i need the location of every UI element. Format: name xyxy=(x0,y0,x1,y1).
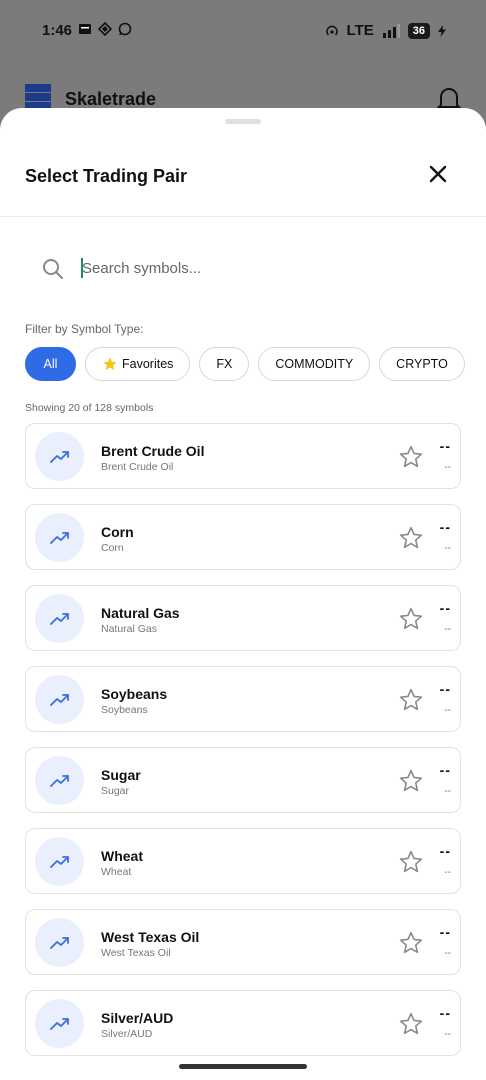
symbol-change: -- xyxy=(444,462,451,473)
diamond-app-icon xyxy=(98,22,112,36)
symbol-subtitle: Soybeans xyxy=(101,704,148,716)
trending-up-icon xyxy=(49,936,69,949)
sheet-grabber[interactable] xyxy=(225,119,261,124)
trend-avatar xyxy=(35,918,84,967)
divider xyxy=(0,216,486,217)
symbol-subtitle: Brent Crude Oil xyxy=(101,461,174,473)
trending-up-icon xyxy=(49,693,69,706)
star-outline-icon[interactable] xyxy=(398,768,424,794)
trending-up-icon xyxy=(49,531,69,544)
star-outline-icon[interactable] xyxy=(398,606,424,632)
skaletrade-logo-icon xyxy=(25,84,51,110)
signal-icon xyxy=(382,23,400,38)
symbol-name: Natural Gas xyxy=(101,605,180,621)
search-bar[interactable] xyxy=(25,248,461,288)
symbol-name: Soybeans xyxy=(101,686,168,702)
symbol-price: -- xyxy=(439,681,451,697)
text-caret xyxy=(81,258,83,278)
sheet-title: Select Trading Pair xyxy=(25,166,188,186)
whatsapp-icon xyxy=(118,22,132,36)
symbol-change: -- xyxy=(444,1029,451,1040)
trending-up-icon xyxy=(49,774,69,787)
news-icon xyxy=(79,24,91,34)
status-time: 1:46 xyxy=(42,22,73,39)
filter-chip-all[interactable]: All xyxy=(25,347,76,381)
star-outline-icon[interactable] xyxy=(398,444,424,470)
symbol-subtitle: Sugar xyxy=(101,785,130,797)
trend-avatar xyxy=(35,675,84,724)
symbol-row[interactable]: Soybeans Soybeans -- -- xyxy=(25,666,461,732)
app-name: Skaletrade xyxy=(65,89,157,109)
filter-chip-favorites[interactable]: Favorites xyxy=(85,347,191,381)
symbol-change: -- xyxy=(444,786,451,797)
symbol-subtitle: Natural Gas xyxy=(101,623,158,635)
status-bar: 1:46 LTE 36 xyxy=(0,0,486,60)
network-label: LTE xyxy=(346,22,374,39)
trend-avatar xyxy=(35,432,84,481)
showing-count: Showing 20 of 128 symbols xyxy=(25,402,154,414)
filter-chips: All Favorites FX COMMODITY CRYPTO xyxy=(25,347,465,381)
symbol-row[interactable]: Natural Gas Natural Gas -- -- xyxy=(25,585,461,651)
close-icon[interactable] xyxy=(426,162,450,186)
symbol-price: -- xyxy=(439,843,451,859)
symbol-change: -- xyxy=(444,867,451,878)
symbol-row[interactable]: Brent Crude Oil Brent Crude Oil -- -- xyxy=(25,423,461,489)
symbol-subtitle: Corn xyxy=(101,542,124,554)
star-outline-icon[interactable] xyxy=(398,849,424,875)
trend-avatar xyxy=(35,513,84,562)
symbol-change: -- xyxy=(444,543,451,554)
search-input[interactable] xyxy=(82,256,442,280)
symbol-list: Brent Crude Oil Brent Crude Oil -- -- Co… xyxy=(25,423,461,1071)
trending-up-icon xyxy=(49,612,69,625)
symbol-price: -- xyxy=(439,600,451,616)
select-trading-pair-sheet: Select Trading Pair Filter by Symbol Typ… xyxy=(0,108,486,1080)
symbol-row[interactable]: Sugar Sugar -- -- xyxy=(25,747,461,813)
symbol-price: -- xyxy=(439,519,451,535)
filter-chip-crypto[interactable]: CRYPTO xyxy=(379,347,465,381)
symbol-name: Corn xyxy=(101,524,134,540)
trend-avatar xyxy=(35,756,84,805)
symbol-change: -- xyxy=(444,705,451,716)
symbol-name: West Texas Oil xyxy=(101,929,200,945)
charging-icon xyxy=(438,24,446,37)
symbol-name: Brent Crude Oil xyxy=(101,443,205,459)
favorite-star-icon xyxy=(103,357,117,370)
symbol-price: -- xyxy=(439,924,451,940)
trending-up-icon xyxy=(49,855,69,868)
trend-avatar xyxy=(35,594,84,643)
symbol-price: -- xyxy=(439,1005,451,1021)
filter-label: Filter by Symbol Type: xyxy=(25,322,144,336)
star-outline-icon[interactable] xyxy=(398,525,424,551)
battery-indicator: 36 xyxy=(407,22,430,39)
trend-avatar xyxy=(35,999,84,1048)
search-icon xyxy=(43,259,63,279)
symbol-row[interactable]: Silver/AUD Silver/AUD -- -- xyxy=(25,990,461,1056)
symbol-row[interactable]: West Texas Oil West Texas Oil -- -- xyxy=(25,909,461,975)
home-indicator xyxy=(179,1064,307,1069)
notification-icons xyxy=(78,22,132,36)
symbol-name: Silver/AUD xyxy=(101,1010,174,1026)
trending-up-icon xyxy=(49,450,69,463)
symbol-price: -- xyxy=(439,438,451,454)
symbol-subtitle: Silver/AUD xyxy=(101,1028,153,1040)
star-outline-icon[interactable] xyxy=(398,930,424,956)
filter-chip-fx[interactable]: FX xyxy=(199,347,250,381)
symbol-price: -- xyxy=(439,762,451,778)
symbol-change: -- xyxy=(444,624,451,635)
symbol-subtitle: West Texas Oil xyxy=(101,947,171,959)
symbol-name: Wheat xyxy=(101,848,143,864)
star-outline-icon[interactable] xyxy=(398,1011,424,1037)
trend-avatar xyxy=(35,837,84,886)
symbol-subtitle: Wheat xyxy=(101,866,132,878)
trending-up-icon xyxy=(49,1017,69,1030)
symbol-name: Sugar xyxy=(101,767,141,783)
symbol-row[interactable]: Wheat Wheat -- -- xyxy=(25,828,461,894)
star-outline-icon[interactable] xyxy=(398,687,424,713)
filter-chip-commodity[interactable]: COMMODITY xyxy=(258,347,371,381)
hotspot-icon xyxy=(325,25,338,36)
symbol-change: -- xyxy=(444,948,451,959)
symbol-row[interactable]: Corn Corn -- -- xyxy=(25,504,461,570)
status-right: LTE 36 xyxy=(325,22,446,39)
